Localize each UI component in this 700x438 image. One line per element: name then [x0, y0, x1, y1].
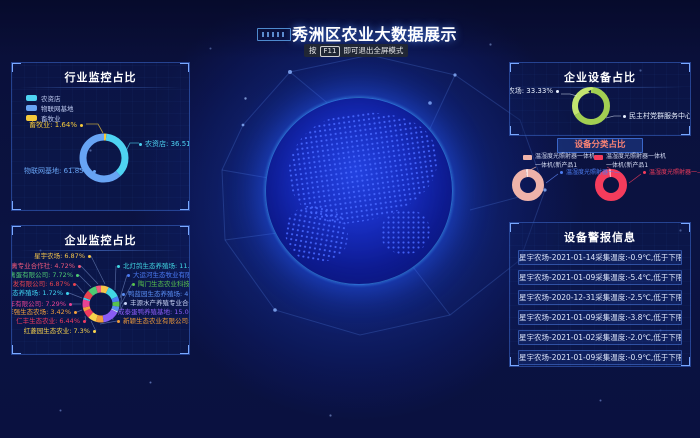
enterprise-label: 和越家禽专业合作社: 4.72% — [11, 263, 81, 270]
corner-bracket — [180, 62, 190, 72]
corner-bracket — [11, 201, 21, 211]
enterprise-label: 大运河生态牧业有限责任公 — [127, 272, 190, 279]
corner-bracket — [681, 62, 691, 72]
corner-bracket — [681, 222, 691, 232]
legend-item-iot[interactable]: 物联网基地 — [26, 103, 74, 112]
enterprise-label: 翔升发有限公司: 6.87% — [11, 281, 76, 288]
alarm-row: 星宇农场-2021-01-09采集温度:-3.8℃,低于下限:0℃ — [518, 310, 682, 325]
industry-legend: 农资店 物联网基地 畜牧业 — [26, 93, 74, 123]
category-right-pointer: 温湿度光照射器一— — [643, 169, 700, 176]
panel-category: 设备分类占比 温湿度光照射器一体机 一体机(新产品1 温湿度光照射器一体机 一体… — [509, 136, 689, 218]
alarm-row: 星宇农场-2020-12-31采集温度:-2.5℃,低于下限:0℃ — [518, 290, 682, 305]
corner-bracket — [11, 225, 21, 235]
category-right-legend-machine[interactable]: 温湿度光照射器一体机 — [606, 153, 666, 160]
panel-title-category: 设备分类占比 — [557, 138, 643, 153]
legend-swatch — [26, 115, 37, 121]
enterprise-label: 家绿禽蛋有限公司: 7.72% — [11, 272, 79, 279]
category-left-donut-chart[interactable] — [508, 165, 548, 205]
panel-alarms: 设备警报信息 星宇农场-2021-01-14采集温度:-0.9℃,低于下限:0℃… — [509, 222, 691, 367]
hint-prefix: 按 — [309, 46, 317, 55]
equipment-label-right: 民主村党群服务中心: — [623, 112, 691, 120]
legend-swatch — [26, 95, 37, 101]
callout-agri: 农资店: 36.51% — [139, 140, 190, 148]
enterprise-label: 丰源水产养殖专业合作社: 1. — [124, 300, 190, 307]
alarm-list: 星宇农场-2021-01-14采集温度:-0.9℃,低于下限:0℃ 星宇农场-20… — [510, 250, 690, 367]
enterprise-label: 仁丰生态农业: 6.44% — [16, 318, 86, 325]
enterprise-label: 陶门生态农业科技有限公 — [132, 281, 190, 288]
alarm-row: 星宇农场-2021-01-09采集温度:-0.9℃,低于下限:0℃ — [518, 350, 682, 365]
industry-donut-chart[interactable] — [72, 126, 136, 190]
panel-title-alarms: 设备警报信息 — [510, 223, 690, 245]
enterprise-label: 上华生态养殖场: 1.72% — [11, 290, 69, 297]
category-left-legend-machine[interactable]: 温湿度光照射器一体机 — [535, 153, 595, 160]
alarm-row: 星宇农场-2021-01-09采集温度:-5.4℃,低于下限:0℃ — [518, 270, 682, 285]
equipment-label-left: 星宇农场: 33.33% — [509, 87, 559, 95]
f11-key: F11 — [320, 46, 341, 57]
corner-bracket — [509, 222, 519, 232]
corner-bracket — [180, 225, 190, 235]
page-title: 秀洲区农业大数据展示 — [292, 21, 457, 45]
equipment-donut-chart[interactable] — [567, 82, 615, 130]
enterprise-label: 鸭蓝园生态养殖场: 4.29% — [122, 291, 190, 298]
corner-bracket — [180, 345, 190, 355]
panel-industry: 行业监控占比 农资店 物联网基地 畜牧业 畜牧业: 1.64% 农资店: 36.… — [11, 62, 190, 211]
header: 秀洲区农业大数据展示 按F11即可退出全屏模式 — [0, 0, 700, 58]
enterprise-label: 新颖生态农业有限公司: 6.87% — [117, 318, 190, 325]
panel-equipment: 企业设备占比 星宇农场: 33.33% 民主村党群服务中心: — [509, 62, 691, 136]
fullscreen-hint: 按F11即可退出全屏模式 — [304, 44, 408, 57]
panel-enterprise: 企业监控占比 星宇农场: 6.87% 和越家禽专业合作社: 4.72% 家绿禽蛋… — [11, 225, 190, 355]
alarm-row: 星宇农场-2021-01-14采集温度:-0.9℃,低于下限:0℃ — [518, 250, 682, 265]
logo-badge — [257, 28, 291, 41]
corner-bracket — [11, 345, 21, 355]
globe — [265, 97, 453, 285]
corner-bracket — [509, 126, 519, 136]
hint-suffix: 即可退出全屏模式 — [343, 46, 403, 55]
enterprise-label: 成泰蛋鸭养殖基地: 15.02% — [112, 309, 190, 316]
enterprise-label: 李强生态农场: 3.42% — [11, 309, 77, 316]
enterprise-label: 星宇农场: 6.87% — [34, 253, 91, 260]
panel-title-enterprise: 企业监控占比 — [12, 226, 189, 248]
alarm-row: 星宇农场-2021-01-02采集温度:-2.0℃,低于下限:0℃ — [518, 330, 682, 345]
category-left-swatch — [523, 155, 532, 160]
callout-livestock: 畜牧业: 1.64% — [29, 121, 83, 129]
corner-bracket — [180, 201, 190, 211]
corner-bracket — [509, 62, 519, 72]
panel-title-industry: 行业监控占比 — [12, 63, 189, 85]
enterprise-label: 北灯鸽生态养殖场: 11.16% — [117, 263, 190, 270]
dashboard: 秀洲区农业大数据展示 按F11即可退出全屏模式 行业监控占比 农资店 物联网基地… — [0, 0, 700, 438]
category-right-swatch — [594, 155, 603, 160]
legend-swatch — [26, 105, 37, 111]
enterprise-label: 红菱园生态农业: 7.3% — [24, 328, 96, 335]
corner-bracket — [11, 62, 21, 72]
callout-iot: 物联网基地: 61.85% — [24, 167, 96, 175]
corner-bracket — [681, 126, 691, 136]
continent-dots — [381, 210, 429, 255]
category-left-pointer: 温湿度光照射器一— — [560, 169, 620, 176]
legend-item-agri[interactable]: 农资店 — [26, 93, 74, 102]
enterprise-label: 中绿5年有限公司: 7.29% — [11, 301, 72, 308]
